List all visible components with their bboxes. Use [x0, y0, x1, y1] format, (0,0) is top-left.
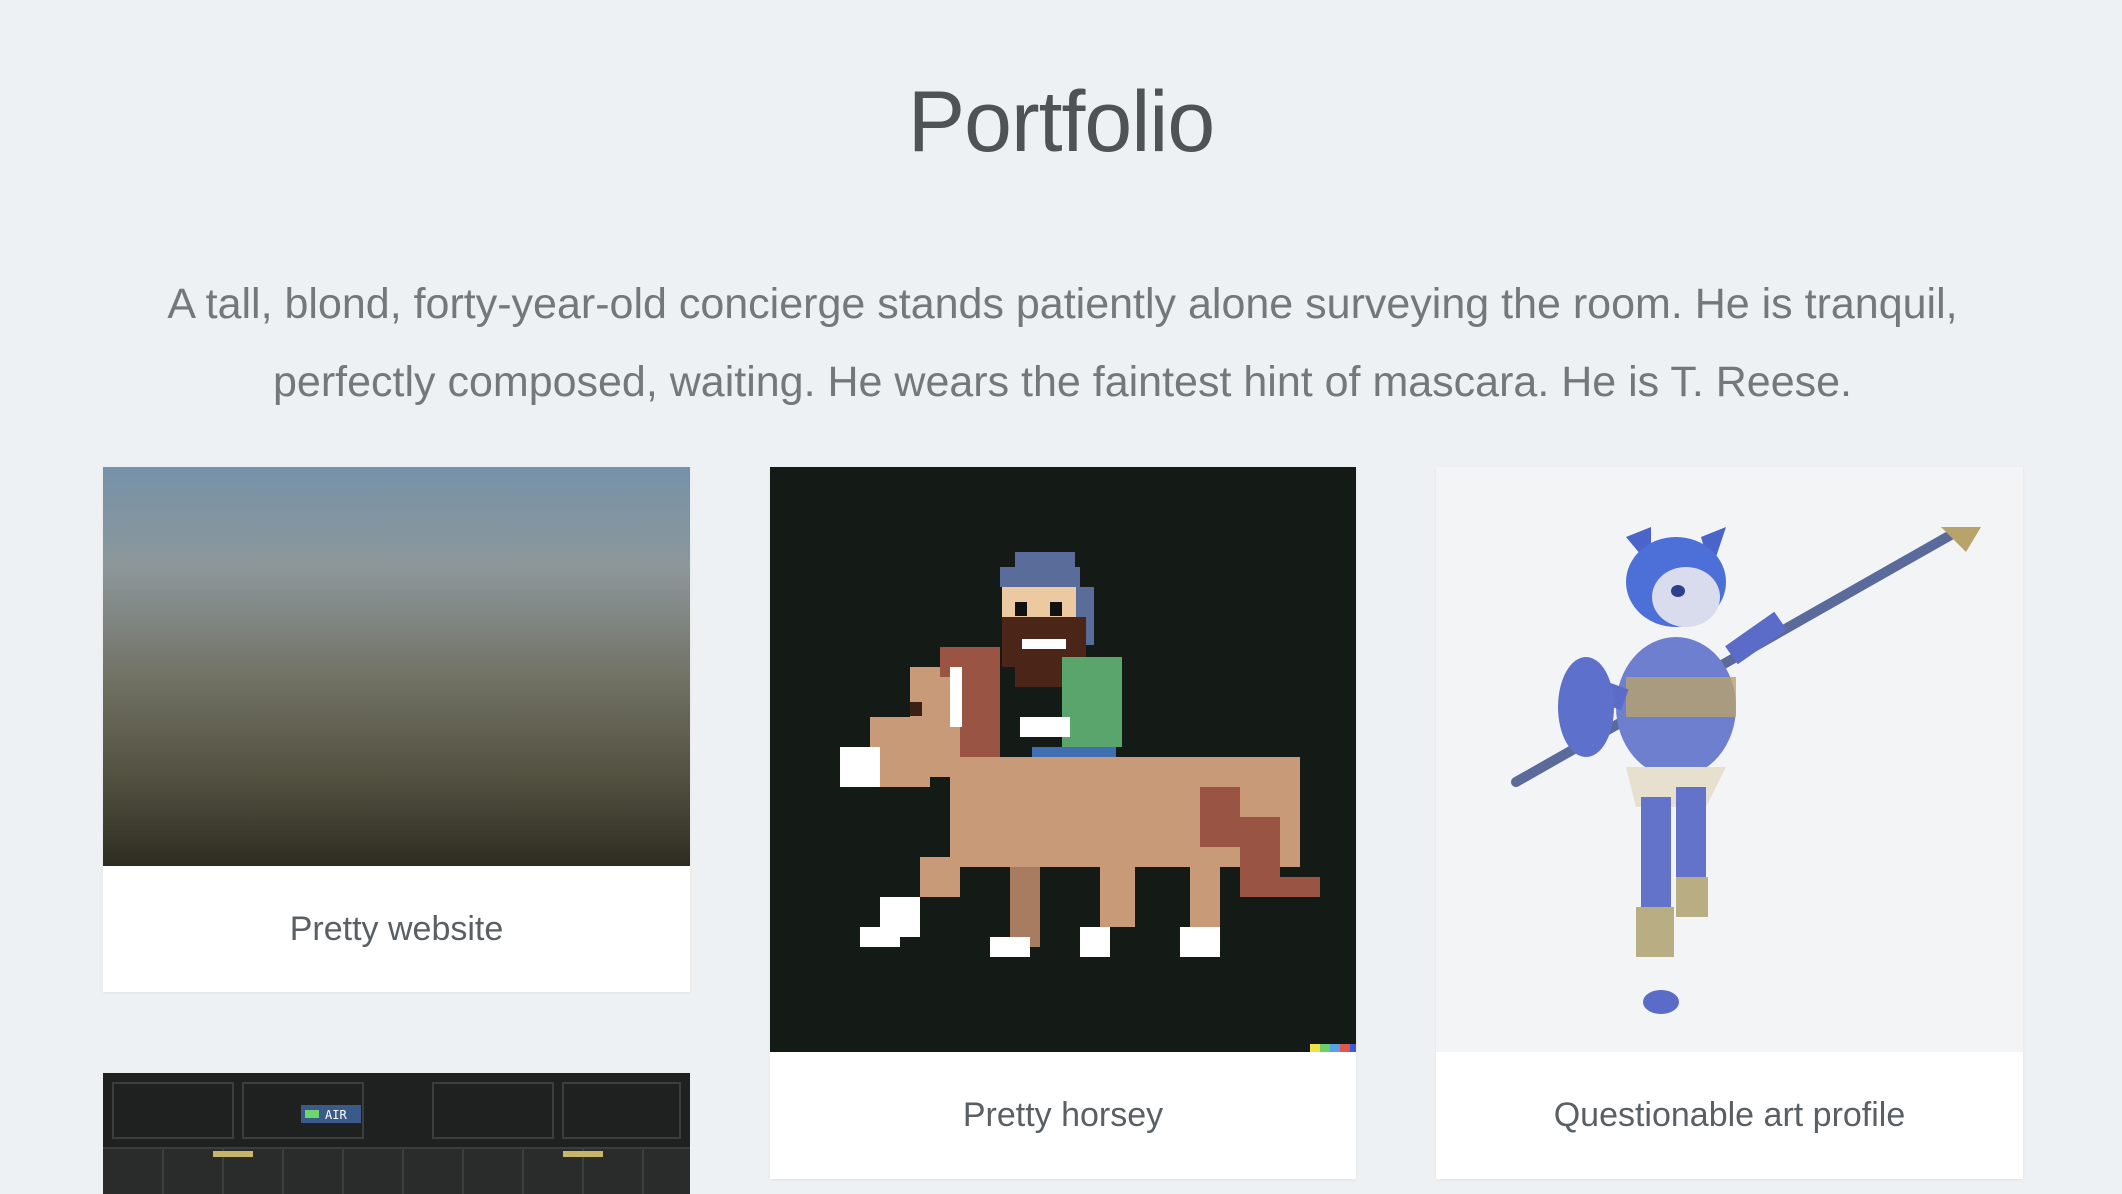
- portfolio-card-art-profile[interactable]: Questionable art profile: [1436, 467, 2023, 1179]
- card-thumbnail-pixel-horse[interactable]: [770, 467, 1356, 1052]
- game-air-label: AIR: [325, 1108, 347, 1122]
- portfolio-card-game-screenshot[interactable]: AIR: [103, 1073, 690, 1194]
- game-screen-image: AIR: [103, 1073, 690, 1194]
- card-caption[interactable]: Pretty website: [103, 866, 690, 992]
- card-caption[interactable]: Pretty horsey: [770, 1052, 1356, 1179]
- fox-warrior-image: [1511, 527, 1981, 1014]
- pixel-horse-rider-image: [840, 552, 1356, 1052]
- portfolio-card-pretty-horsey[interactable]: Pretty horsey: [770, 467, 1356, 1179]
- card-thumbnail-blurred-photo[interactable]: [103, 467, 690, 866]
- intro-paragraph: A tall, blond, forty-year-old concierge …: [167, 280, 1958, 406]
- card-thumbnail-game-screen[interactable]: AIR: [103, 1073, 690, 1194]
- card-thumbnail-fox-character[interactable]: [1436, 467, 2023, 1052]
- portfolio-card-pretty-website[interactable]: Pretty website: [103, 467, 690, 992]
- card-caption[interactable]: Questionable art profile: [1436, 1052, 2023, 1179]
- page-title: Portfolio: [907, 73, 1216, 170]
